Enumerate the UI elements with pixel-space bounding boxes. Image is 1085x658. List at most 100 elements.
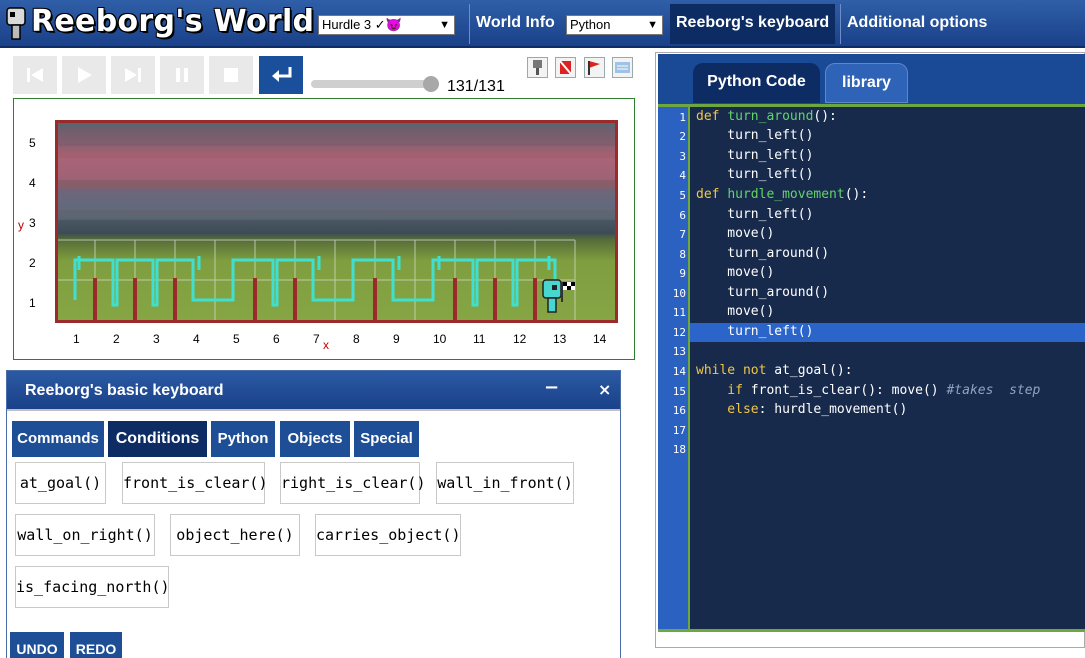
x-tick: 13 xyxy=(553,332,567,346)
world-select[interactable]: Hurdle 3 ✓😈 ▼ xyxy=(318,15,455,35)
y-tick: 2 xyxy=(29,256,36,270)
line-number: 7 xyxy=(679,228,686,241)
language-select[interactable]: Python ▼ xyxy=(566,15,663,35)
line-number: 16 xyxy=(672,404,686,417)
skip-back-icon xyxy=(27,68,43,82)
line-number: 14 xyxy=(672,365,686,378)
x-tick: 2 xyxy=(113,332,120,346)
stop-button[interactable] xyxy=(209,56,253,94)
x-tick: 3 xyxy=(153,332,160,346)
line-number: 10 xyxy=(672,287,686,300)
y-tick: 5 xyxy=(29,136,36,150)
pause-button[interactable] xyxy=(160,56,204,94)
x-tick: 11 xyxy=(473,332,486,346)
line-number: 15 xyxy=(672,385,686,398)
x-axis-name: x xyxy=(323,338,329,352)
code-line: move() xyxy=(696,265,775,280)
play-icon xyxy=(78,67,92,83)
crowd-texture xyxy=(58,128,615,234)
code-line: if front_is_clear(): move() #takes step xyxy=(696,383,1041,398)
line-number: 12 xyxy=(672,326,686,339)
close-icon[interactable]: × xyxy=(598,380,611,399)
x-tick: 14 xyxy=(593,332,607,346)
reload-button[interactable] xyxy=(259,56,303,94)
site-title[interactable]: Reeborg's World xyxy=(31,4,314,39)
top-navbar: Reeborg's World Hurdle 3 ✓😈 ▼ World Info… xyxy=(0,0,1085,48)
is-facing-north-button[interactable]: is_facing_north() xyxy=(15,566,170,608)
line-number: 5 xyxy=(679,189,686,202)
line-number: 3 xyxy=(679,150,686,163)
keyboard-title: Reeborg's basic keyboard xyxy=(25,382,224,399)
clear-tool-icon[interactable] xyxy=(555,57,576,78)
redo-button[interactable]: REDO xyxy=(70,632,122,658)
code-line-highlighted: turn_left() xyxy=(696,324,814,339)
line-number: 4 xyxy=(679,169,686,182)
additional-options-link[interactable]: Additional options xyxy=(847,14,987,32)
world-select-value: Hurdle 3 ✓😈 xyxy=(322,17,402,32)
tab-library[interactable]: library xyxy=(825,63,908,103)
code-line: turn_left() xyxy=(696,128,814,143)
skip-forward-icon xyxy=(125,68,141,82)
line-number: 1 xyxy=(679,111,686,124)
run-button[interactable] xyxy=(62,56,106,94)
step-button[interactable] xyxy=(111,56,155,94)
carries-object-button[interactable]: carries_object() xyxy=(315,514,461,556)
front-is-clear-button[interactable]: front_is_clear() xyxy=(122,462,268,504)
code-line: def hurdle_movement(): xyxy=(696,187,869,202)
y-tick: 3 xyxy=(29,216,36,230)
keyboard-toggle-label: Reeborg's keyboard xyxy=(676,14,830,31)
goal-flag xyxy=(561,282,575,302)
x-tick: 4 xyxy=(193,332,200,346)
code-line: while not at_goal(): xyxy=(696,363,853,378)
world-info-link[interactable]: World Info xyxy=(476,14,555,32)
tab-commands[interactable]: Commands xyxy=(12,421,104,457)
code-line: move() xyxy=(696,304,775,319)
x-tick: 1 xyxy=(73,332,80,346)
line-number: 9 xyxy=(679,267,686,280)
line-number: 2 xyxy=(679,130,686,143)
reeborg-robot xyxy=(542,279,562,313)
divider xyxy=(469,4,470,44)
at-goal-button[interactable]: at_goal() xyxy=(15,462,106,504)
divider xyxy=(840,4,841,44)
keyboard-toggle-button[interactable]: Reeborg's keyboard xyxy=(670,4,835,44)
code-line: turn_left() xyxy=(696,167,814,182)
y-tick: 4 xyxy=(29,176,36,190)
minimize-icon[interactable]: − xyxy=(544,377,559,398)
wall-on-right-button[interactable]: wall_on_right() xyxy=(15,514,155,556)
x-tick: 9 xyxy=(393,332,400,346)
flag-tool-icon[interactable] xyxy=(584,57,605,78)
code-line: turn_left() xyxy=(696,148,814,163)
step-slider-handle[interactable] xyxy=(423,76,439,92)
line-number: 18 xyxy=(672,443,686,456)
y-axis-name: y xyxy=(18,218,24,232)
x-tick: 5 xyxy=(233,332,240,346)
right-is-clear-button[interactable]: right_is_clear() xyxy=(280,462,426,504)
stop-icon xyxy=(224,68,238,82)
x-tick: 6 xyxy=(273,332,280,346)
x-tick: 12 xyxy=(513,332,527,346)
tab-python-code[interactable]: Python Code xyxy=(693,63,820,103)
line-number: 13 xyxy=(672,345,686,358)
y-tick: 1 xyxy=(29,296,36,310)
code-line: turn_around() xyxy=(696,246,830,261)
reeborg-logo-icon xyxy=(6,7,26,40)
gutter-divider xyxy=(688,107,690,629)
line-number: 17 xyxy=(672,424,686,437)
x-tick: 7 xyxy=(313,332,320,346)
tab-conditions[interactable]: Conditions xyxy=(108,421,207,457)
language-select-value: Python xyxy=(570,17,611,32)
step-slider[interactable] xyxy=(311,80,439,88)
object-here-button[interactable]: object_here() xyxy=(170,514,300,556)
x-tick: 8 xyxy=(353,332,360,346)
tab-objects[interactable]: Objects xyxy=(280,421,350,457)
undo-button[interactable]: UNDO xyxy=(10,632,64,658)
return-arrow-icon xyxy=(272,67,292,82)
tab-python[interactable]: Python xyxy=(211,421,275,457)
wall-in-front-button[interactable]: wall_in_front() xyxy=(436,462,574,504)
reverse-step-button[interactable] xyxy=(13,56,57,94)
robot-tool-icon[interactable] xyxy=(527,57,548,78)
notes-tool-icon[interactable] xyxy=(612,57,633,78)
keyboard-title-bar[interactable]: Reeborg's basic keyboard − × xyxy=(7,371,620,411)
tab-special[interactable]: Special xyxy=(354,421,419,457)
